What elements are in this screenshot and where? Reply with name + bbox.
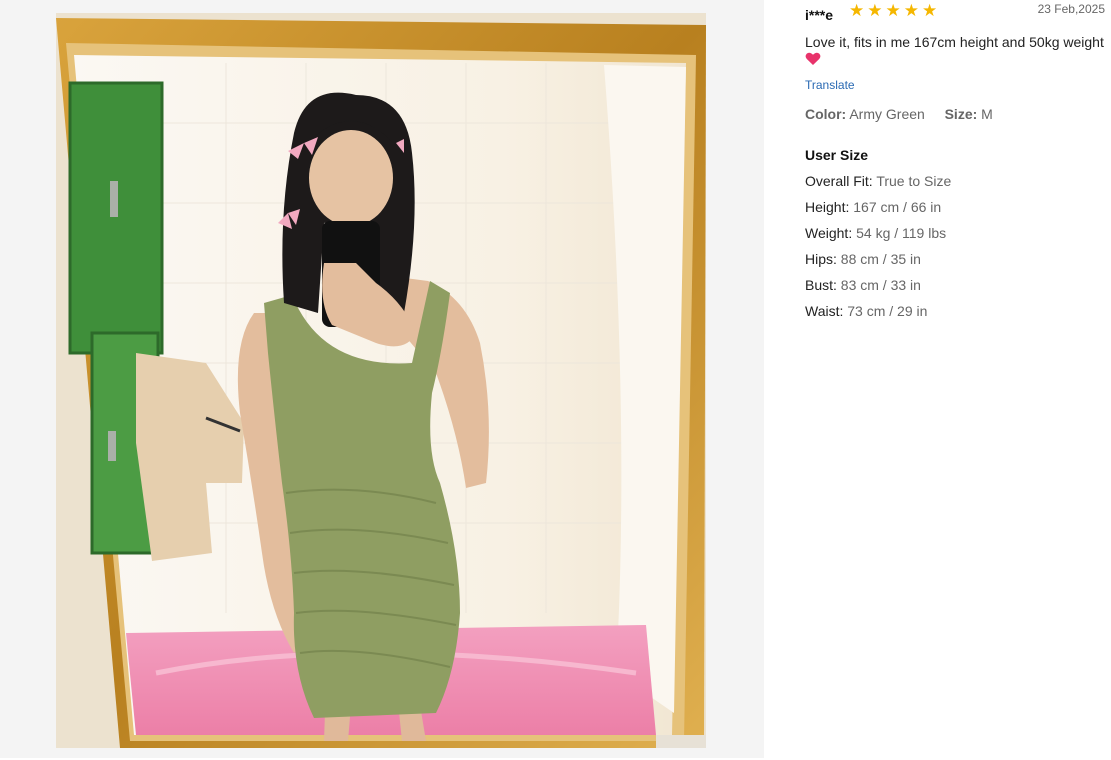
review-comment-text: Love it, fits in me 167cm height and 50k… xyxy=(805,34,1104,50)
star-icon: ★ xyxy=(867,1,883,20)
star-rating: ★ ★ ★ ★ ★ xyxy=(849,2,937,20)
user-size-title: User Size xyxy=(805,147,869,163)
review-date: 23 Feb,2025 xyxy=(1037,2,1105,16)
user-size-row: Weight: 54 kg / 119 lbs xyxy=(805,225,1105,241)
user-size-value: 88 cm / 35 in xyxy=(840,251,921,267)
color-value: Army Green xyxy=(849,106,925,122)
user-size-value: True to Size xyxy=(876,173,952,189)
product-attributes: Color: Army Green Size: M xyxy=(805,106,1105,122)
review-photo[interactable] xyxy=(56,13,706,748)
user-size-row: Overall Fit: True to Size xyxy=(805,173,1105,189)
user-size-label: Overall Fit: xyxy=(805,173,873,189)
user-size-label: Height: xyxy=(805,199,850,215)
review-comment: Love it, fits in me 167cm height and 50k… xyxy=(805,33,1105,70)
user-size-label: Hips: xyxy=(805,251,837,267)
user-size-row: Height: 167 cm / 66 in xyxy=(805,199,1105,215)
user-size-label: Waist: xyxy=(805,303,844,319)
size-label: Size: xyxy=(944,106,978,122)
heart-icon xyxy=(805,52,1105,70)
star-icon: ★ xyxy=(903,1,919,20)
user-size-value: 73 cm / 29 in xyxy=(847,303,928,319)
mirror-selfie-image xyxy=(56,13,706,748)
user-size-value: 167 cm / 66 in xyxy=(853,199,942,215)
user-size-row: Bust: 83 cm / 33 in xyxy=(805,277,1105,293)
user-size-value: 83 cm / 33 in xyxy=(840,277,921,293)
review-photo-panel xyxy=(0,0,764,758)
translate-link[interactable]: Translate xyxy=(805,78,1105,92)
star-icon: ★ xyxy=(885,1,901,20)
user-size-row: Hips: 88 cm / 35 in xyxy=(805,251,1105,267)
review-panel: i***e ★ ★ ★ ★ ★ 23 Feb,2025 Love it, fit… xyxy=(805,0,1105,320)
reviewer-name: i***e xyxy=(805,7,834,23)
user-size-label: Weight: xyxy=(805,225,853,241)
user-size-label: Bust: xyxy=(805,277,837,293)
size-value: M xyxy=(981,106,993,122)
review-header: i***e ★ ★ ★ ★ ★ 23 Feb,2025 xyxy=(805,0,1105,28)
user-size-row: Waist: 73 cm / 29 in xyxy=(805,303,1105,319)
star-icon: ★ xyxy=(922,1,938,20)
user-size-value: 54 kg / 119 lbs xyxy=(856,225,947,241)
color-label: Color: xyxy=(805,106,847,122)
star-icon: ★ xyxy=(849,1,865,20)
